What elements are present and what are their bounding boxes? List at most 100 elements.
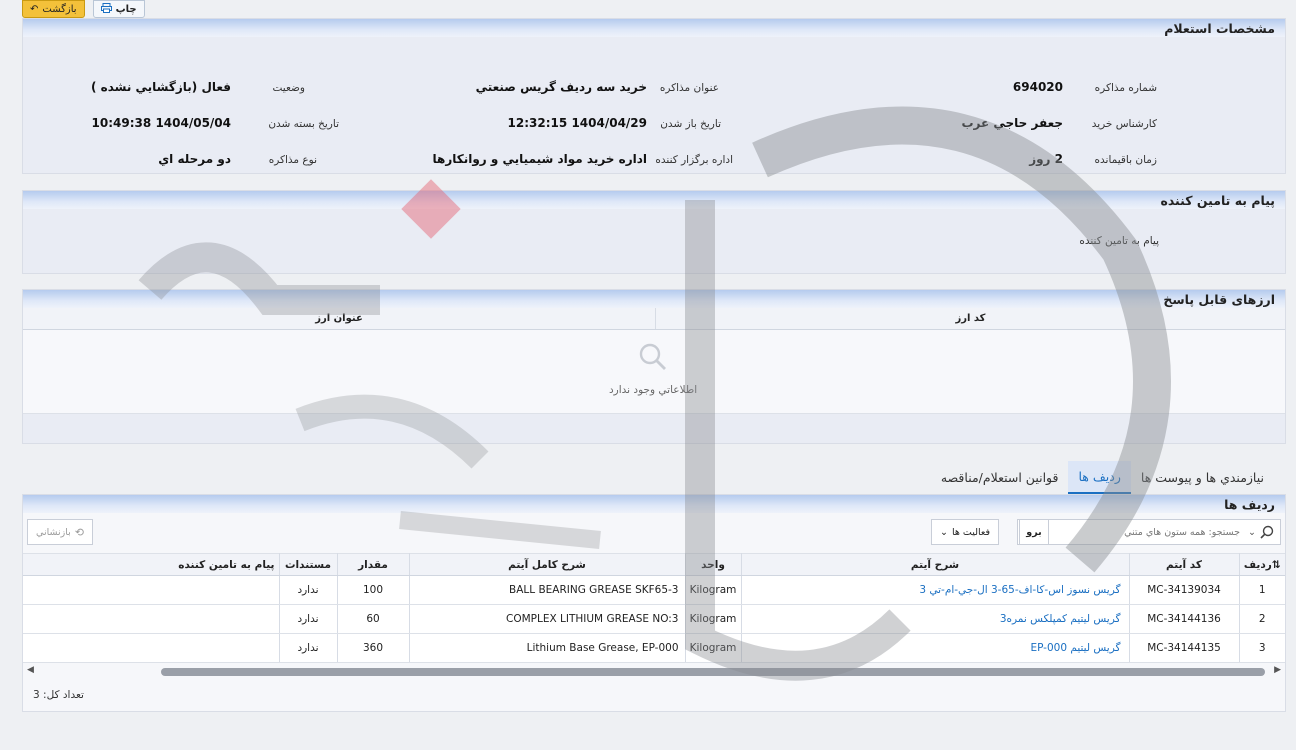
- actions-button[interactable]: ⌄ فعاليت ها: [931, 519, 999, 545]
- field-label-closed: تاريخ بسته شدن: [268, 118, 339, 130]
- cell-unit: Kilogram: [684, 633, 741, 663]
- magnifier-icon: [639, 343, 666, 370]
- field-label-department: اداره برگزار كننده: [655, 154, 733, 166]
- tab-requirements[interactable]: نيازمندي ها و پيوست ها: [1131, 462, 1274, 493]
- go-button-label: برو: [1026, 526, 1042, 538]
- reset-icon: ⟲: [74, 525, 84, 539]
- table-row: 3 MC-34144135 گريس ليتيم EP-000 Kilogram…: [23, 633, 1285, 663]
- details-grid: شماره مذاكره 694020 كارشناس خريد جعفر حا…: [23, 37, 1285, 167]
- search-placeholder: جستجو: همه ستون هاي متني: [1124, 526, 1240, 538]
- cell-message[interactable]: [23, 604, 279, 634]
- cell-message[interactable]: [23, 575, 279, 605]
- tab-bar: نيازمندي ها و پيوست ها رديف ها قوانين اس…: [931, 460, 1274, 494]
- col-docs[interactable]: مستندات: [278, 553, 337, 576]
- cell-unit: Kilogram: [684, 575, 741, 605]
- col-code[interactable]: كد آيتم: [1128, 553, 1239, 576]
- cell-message[interactable]: [23, 633, 279, 663]
- supplier-message-label: پيام به تامين كننده: [1079, 235, 1159, 247]
- field-value-remaining: 2 روز: [1029, 152, 1063, 166]
- currencies-panel: ارزهای قابل پاسخ كد ارز عنوان ارز اطلاعا…: [22, 289, 1286, 444]
- col-unit[interactable]: واحد: [684, 553, 741, 576]
- cell-qty: 100: [336, 575, 409, 605]
- tab-rows[interactable]: رديف ها: [1068, 460, 1131, 494]
- col-desc[interactable]: شرح آيتم: [740, 553, 1129, 576]
- total-count: تعداد كل: 3: [33, 689, 84, 701]
- rows-toolbar: ⌄ جستجو: همه ستون هاي متني برو ⌄ فعاليت …: [23, 513, 1285, 553]
- field-value-department: اداره خريد مواد شيميايي و روانكارها: [432, 152, 648, 166]
- field-label-type: نوع مذاكره: [268, 154, 317, 166]
- supplier-message-title: پيام به تامين كننده: [23, 191, 1285, 209]
- col-currency-title[interactable]: عنوان ارز: [23, 308, 655, 329]
- table-row: 2 MC-34144136 گريس ليتيم كمپلكس نمره3 Ki…: [23, 604, 1285, 634]
- back-arrow-icon: ↶: [30, 3, 39, 15]
- field-label-status: وضعيت: [272, 82, 305, 94]
- inquiry-details-panel: مشخصات استعلام شماره مذاكره 694020 كارشن…: [22, 18, 1286, 174]
- cell-unit: Kilogram: [684, 604, 741, 634]
- field-value-title: خريد سه رديف گريس صنعتي: [475, 80, 647, 94]
- field-value-type: دو مرحله اي: [158, 152, 231, 166]
- cell-desc-link[interactable]: گريس ليتيم كمپلكس نمره3: [740, 604, 1129, 634]
- field-label-number: شماره مذاكره: [1094, 82, 1157, 94]
- scroll-left-icon[interactable]: ◀: [27, 665, 34, 675]
- field-label-opened: تاريخ باز شدن: [660, 118, 721, 130]
- top-toolbar: ↶ بازگشت چاپ: [22, 0, 145, 18]
- cell-code: MC-34144135: [1128, 633, 1239, 663]
- cell-code: MC-34144136: [1128, 604, 1239, 634]
- empty-text: اطلاعاتي وجود ندارد: [609, 384, 698, 396]
- search-icon: [1260, 525, 1274, 539]
- field-value-status: فعال (بازگشايي نشده ): [90, 80, 231, 94]
- cell-index: 3: [1238, 633, 1285, 663]
- cell-desc-link[interactable]: گريس ليتيم EP-000: [740, 633, 1129, 663]
- cell-qty: 60: [336, 604, 409, 634]
- currencies-title: ارزهای قابل پاسخ: [23, 290, 1285, 308]
- field-value-opened: 1404/04/29 12:32:15: [507, 116, 647, 130]
- actions-button-label: فعاليت ها: [951, 526, 990, 538]
- currencies-empty: اطلاعاتي وجود ندارد: [23, 330, 1285, 414]
- cell-index: 2: [1238, 604, 1285, 634]
- rows-table-header: ⇅رديف كد آيتم شرح آيتم واحد شرح كامل آيت…: [23, 553, 1285, 576]
- cell-full-desc: COMPLEX LITHIUM GREASE NO:3: [408, 604, 685, 634]
- col-index[interactable]: ⇅رديف: [1238, 553, 1285, 576]
- chevron-down-icon: ⌄: [939, 526, 948, 538]
- cell-docs: ندارد: [278, 633, 337, 663]
- printer-icon: [100, 2, 112, 16]
- rows-table: ⇅رديف كد آيتم شرح آيتم واحد شرح كامل آيت…: [23, 553, 1285, 663]
- rows-panel-title: رديف ها: [23, 495, 1285, 513]
- horizontal-scrollbar[interactable]: ◀ ▶: [23, 665, 1285, 679]
- cell-desc-link[interactable]: گريس نسوز اس-كا-اف-65-3 ال-جي-ام-تي 3: [740, 575, 1129, 605]
- print-button-label: چاپ: [115, 3, 137, 15]
- cell-index: 1: [1238, 575, 1285, 605]
- scroll-thumb[interactable]: [161, 668, 1265, 676]
- reset-button[interactable]: بازنشاني ⟲: [27, 519, 93, 545]
- field-value-closed: 1404/05/04 10:49:38: [91, 116, 231, 130]
- print-button[interactable]: چاپ: [92, 0, 145, 18]
- tab-rules[interactable]: قوانين استعلام/مناقصه: [931, 462, 1069, 493]
- cell-full-desc: BALL BEARING GREASE SKF65-3: [408, 575, 685, 605]
- field-value-number: 694020: [1012, 80, 1063, 94]
- back-button-label: بازگشت: [42, 3, 77, 15]
- go-button[interactable]: برو: [1019, 519, 1049, 545]
- col-message[interactable]: پيام به تامين كننده: [23, 553, 279, 576]
- search-input[interactable]: ⌄ جستجو: همه ستون هاي متني: [1017, 519, 1281, 545]
- rows-panel: رديف ها ⌄ جستجو: همه ستون هاي متني برو ⌄…: [22, 494, 1286, 712]
- col-currency-code[interactable]: كد ارز: [655, 308, 1285, 329]
- scroll-right-icon[interactable]: ▶: [1274, 665, 1281, 675]
- field-label-expert: كارشناس خريد: [1091, 118, 1157, 130]
- cell-qty: 360: [336, 633, 409, 663]
- cell-docs: ندارد: [278, 604, 337, 634]
- currencies-header: كد ارز عنوان ارز: [23, 308, 1285, 330]
- field-value-expert: جعفر حاجي عرب: [961, 116, 1063, 130]
- supplier-message-panel: پيام به تامين كننده پيام به تامين كننده: [22, 190, 1286, 274]
- search-dropdown-icon[interactable]: ⌄: [1248, 527, 1256, 538]
- table-row: 1 MC-34139034 گريس نسوز اس-كا-اف-65-3 ال…: [23, 575, 1285, 605]
- reset-button-label: بازنشاني: [36, 526, 71, 538]
- field-label-title: عنوان مذاكره: [659, 82, 719, 94]
- col-qty[interactable]: مقدار: [336, 553, 409, 576]
- col-full-desc[interactable]: شرح كامل آيتم: [408, 553, 685, 576]
- back-button[interactable]: ↶ بازگشت: [22, 0, 85, 18]
- cell-full-desc: Lithium Base Grease, EP-000: [408, 633, 685, 663]
- cell-docs: ندارد: [278, 575, 337, 605]
- inquiry-details-title: مشخصات استعلام: [23, 19, 1285, 37]
- field-label-remaining: زمان باقيمانده: [1094, 154, 1157, 166]
- sort-icon: ⇅: [1271, 558, 1281, 571]
